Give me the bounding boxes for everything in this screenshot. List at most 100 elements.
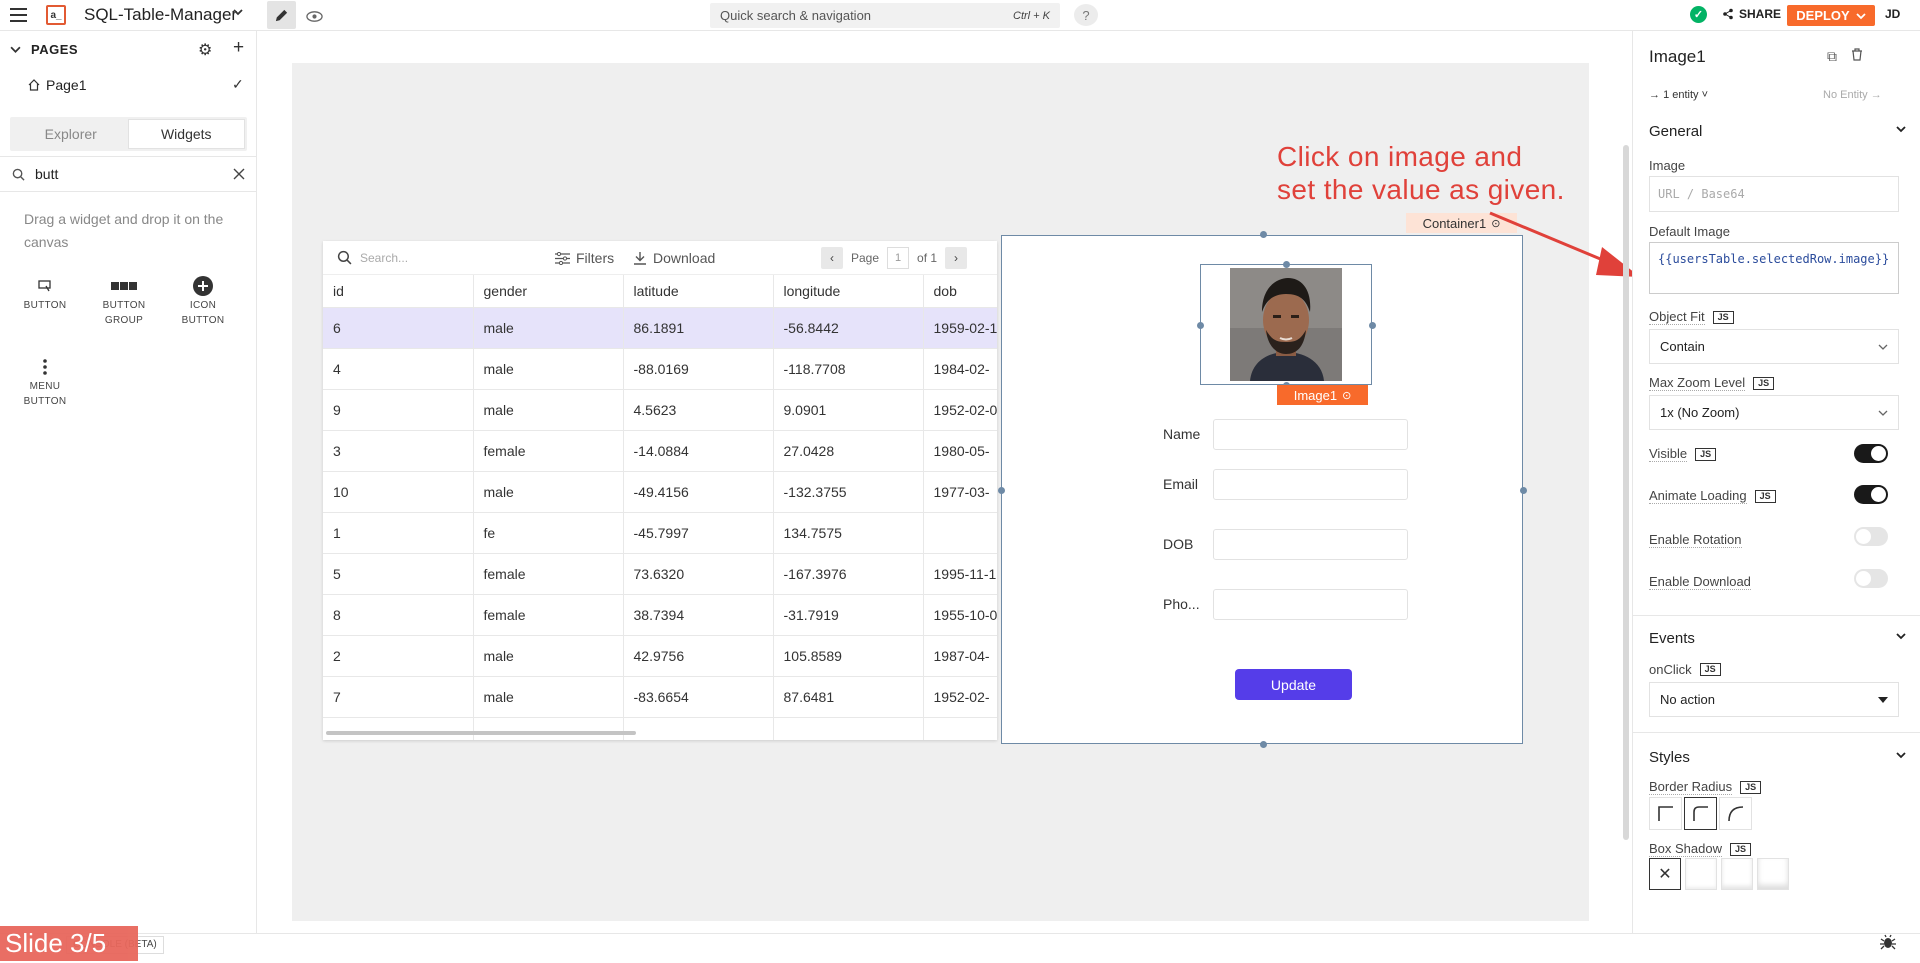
table-row[interactable]: 1 fe -45.7997 134.7575: [323, 512, 997, 554]
table-cell[interactable]: 10: [323, 471, 474, 513]
table-cell[interactable]: [473, 717, 624, 740]
table-cell[interactable]: [923, 512, 997, 554]
filters-button[interactable]: Filters: [555, 250, 614, 266]
shadow-small-option[interactable]: [1685, 858, 1717, 890]
download-button[interactable]: Download: [633, 250, 715, 266]
table-cell[interactable]: male: [473, 307, 624, 349]
quick-search-bar[interactable]: Quick search & navigation Ctrl + K: [710, 3, 1060, 28]
table-row[interactable]: 3 female -14.0884 27.0428 1980-05-: [323, 430, 997, 472]
table-cell[interactable]: male: [473, 389, 624, 431]
radius-rounded-option[interactable]: [1684, 797, 1717, 830]
update-button[interactable]: Update: [1235, 669, 1352, 700]
shadow-large-option[interactable]: [1757, 858, 1789, 890]
js-toggle[interactable]: JS: [1699, 663, 1721, 676]
table-cell[interactable]: 8: [323, 594, 474, 636]
table-cell[interactable]: male: [473, 635, 624, 677]
copy-icon[interactable]: ⧉: [1827, 48, 1837, 65]
column-header[interactable]: longitude: [773, 275, 924, 308]
table-cell[interactable]: 73.6320: [623, 553, 774, 595]
radius-sharp-option[interactable]: [1649, 797, 1682, 830]
js-toggle[interactable]: JS: [1695, 447, 1717, 461]
resize-handle[interactable]: [1260, 231, 1267, 238]
edit-mode-button[interactable]: [267, 1, 296, 29]
share-button[interactable]: SHARE: [1722, 7, 1781, 21]
widget-icon-button[interactable]: ICON BUTTON: [168, 275, 238, 328]
user-avatar[interactable]: JD: [1885, 7, 1900, 21]
table-cell[interactable]: female: [473, 594, 624, 636]
resize-handle[interactable]: [1260, 741, 1267, 748]
default-image-input[interactable]: {{usersTable.selectedRow.image}}: [1649, 242, 1899, 294]
table-cell[interactable]: female: [473, 553, 624, 595]
table-cell[interactable]: 1: [323, 512, 474, 554]
resize-handle[interactable]: [1369, 322, 1376, 329]
resize-handle[interactable]: [998, 487, 1005, 494]
app-logo[interactable]: a_: [46, 5, 66, 25]
table-cell[interactable]: female: [473, 430, 624, 472]
resize-handle[interactable]: [1520, 487, 1527, 494]
resize-handle[interactable]: [1197, 322, 1204, 329]
table-cell[interactable]: 9: [323, 389, 474, 431]
horizontal-scrollbar[interactable]: [326, 731, 636, 735]
chevron-down-icon[interactable]: [232, 6, 244, 18]
table-cell[interactable]: 1995-11-1: [923, 553, 997, 595]
widget-name[interactable]: Image1: [1649, 47, 1706, 67]
table-cell[interactable]: 6: [323, 307, 474, 349]
widget-search[interactable]: butt: [0, 156, 257, 192]
section-styles[interactable]: Styles: [1649, 749, 1907, 766]
next-page-button[interactable]: ›: [945, 247, 968, 269]
app-name[interactable]: SQL-Table-Manager: [84, 5, 237, 25]
table-row[interactable]: 7 male -83.6654 87.6481 1952-02-: [323, 676, 997, 718]
table-cell[interactable]: 4: [323, 348, 474, 390]
table-cell[interactable]: -56.8442: [773, 307, 924, 349]
table-cell[interactable]: 1952-02-0: [923, 389, 997, 431]
table-cell[interactable]: -31.7919: [773, 594, 924, 636]
bug-icon[interactable]: [1880, 934, 1896, 955]
js-toggle[interactable]: JS: [1753, 376, 1775, 390]
widget-button[interactable]: BUTTON: [10, 275, 80, 313]
table-cell[interactable]: [773, 717, 924, 740]
name-input[interactable]: [1213, 419, 1408, 450]
table-row[interactable]: [323, 717, 997, 740]
column-header[interactable]: gender: [473, 275, 624, 308]
js-toggle[interactable]: JS: [1730, 842, 1752, 856]
table-row[interactable]: 2 male 42.9756 105.8589 1987-04-: [323, 635, 997, 677]
table-row[interactable]: 4 male -88.0169 -118.7708 1984-02-: [323, 348, 997, 390]
column-header[interactable]: id: [323, 275, 474, 308]
resize-handle[interactable]: [1283, 261, 1290, 268]
table-cell[interactable]: fe: [473, 512, 624, 554]
entity-connections[interactable]: → 1 entity ˅: [1649, 89, 1708, 101]
shadow-medium-option[interactable]: [1721, 858, 1753, 890]
page-number-input[interactable]: 1: [887, 247, 910, 269]
section-general[interactable]: General: [1649, 123, 1907, 140]
enable-rotation-toggle[interactable]: [1854, 527, 1888, 546]
column-header[interactable]: latitude: [623, 275, 774, 308]
delete-icon[interactable]: [1851, 48, 1863, 64]
table-cell[interactable]: 7: [323, 676, 474, 718]
table-cell[interactable]: 1984-02-: [923, 348, 997, 390]
table-cell[interactable]: -88.0169: [623, 348, 774, 390]
close-icon[interactable]: [233, 168, 245, 180]
table-row[interactable]: 5 female 73.6320 -167.3976 1995-11-1: [323, 553, 997, 595]
deploy-button[interactable]: DEPLOY: [1787, 5, 1875, 26]
help-button[interactable]: ?: [1074, 4, 1098, 26]
prev-page-button[interactable]: ‹: [821, 247, 843, 269]
users-table[interactable]: Search... Filters Download ‹ Page 1 of 1…: [323, 241, 997, 740]
canvas-scrollbar[interactable]: [1623, 145, 1629, 840]
column-header[interactable]: dob: [923, 275, 997, 308]
no-entity-link[interactable]: No Entity →: [1823, 89, 1882, 101]
table-cell[interactable]: male: [473, 676, 624, 718]
table-cell[interactable]: 27.0428: [773, 430, 924, 472]
table-cell[interactable]: 4.5623: [623, 389, 774, 431]
dob-input[interactable]: [1213, 529, 1408, 560]
tab-explorer[interactable]: Explorer: [13, 120, 129, 148]
table-cell[interactable]: -83.6654: [623, 676, 774, 718]
table-cell[interactable]: [323, 717, 474, 740]
visible-toggle[interactable]: [1854, 444, 1888, 463]
table-cell[interactable]: -49.4156: [623, 471, 774, 513]
enable-download-toggle[interactable]: [1854, 569, 1888, 588]
table-cell[interactable]: 134.7575: [773, 512, 924, 554]
table-cell[interactable]: 1959-02-1: [923, 307, 997, 349]
pages-header[interactable]: PAGES: [10, 42, 78, 57]
table-cell[interactable]: male: [473, 348, 624, 390]
table-cell[interactable]: 42.9756: [623, 635, 774, 677]
